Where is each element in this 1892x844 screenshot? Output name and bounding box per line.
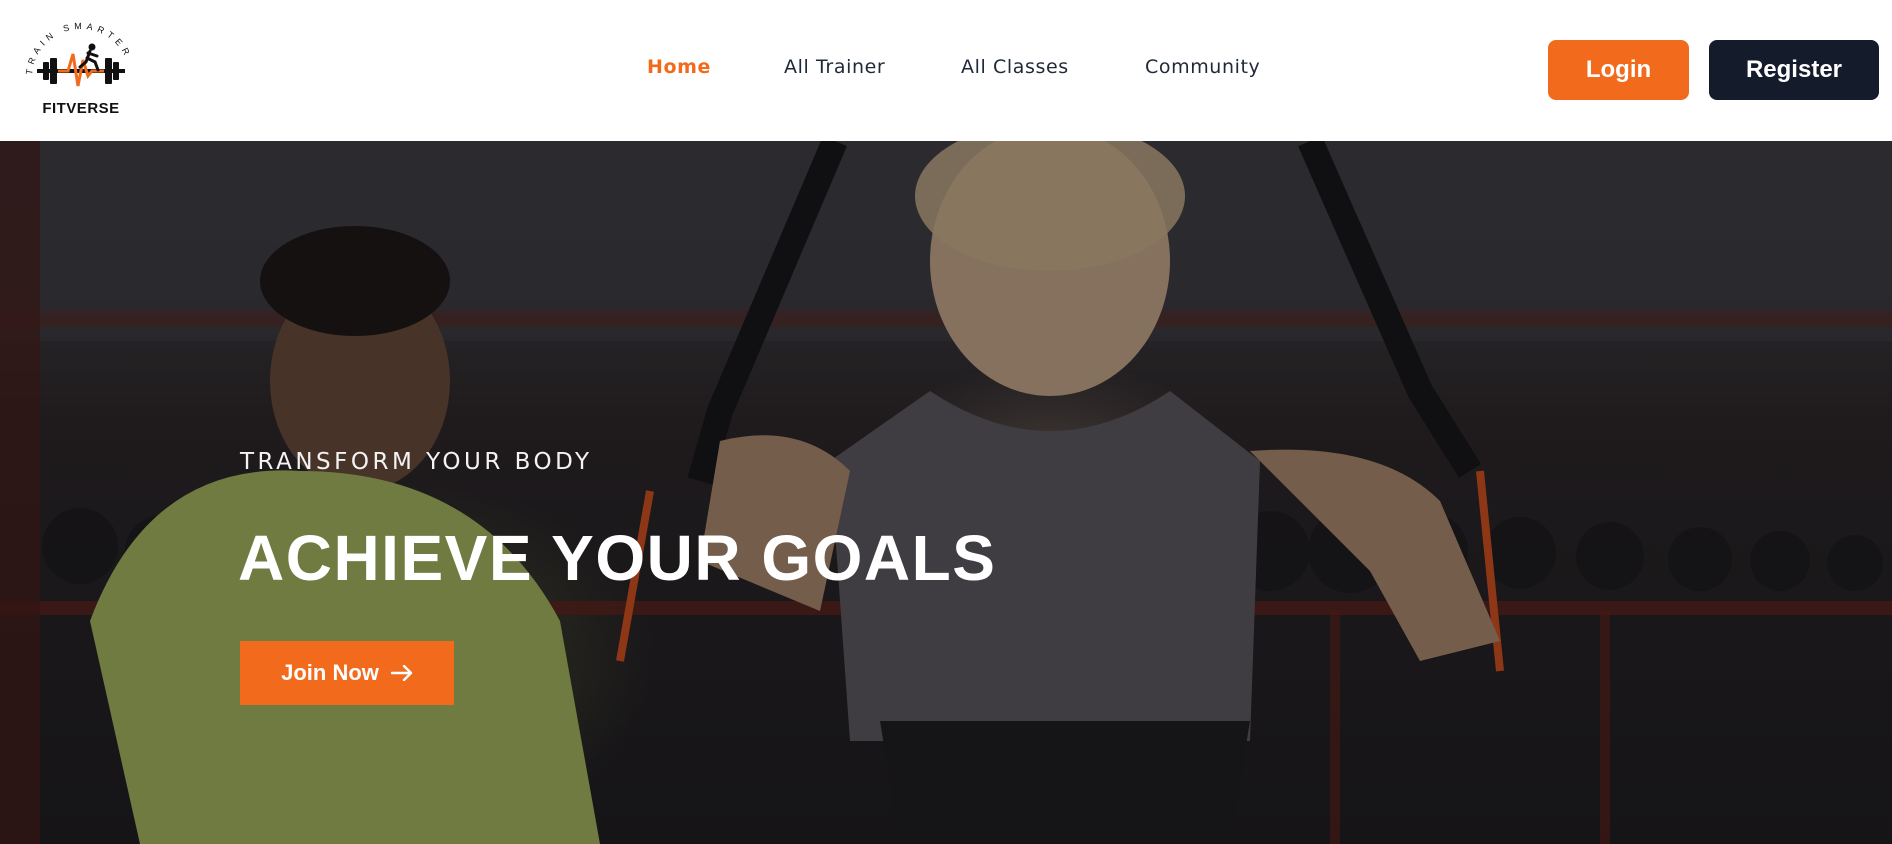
join-now-button[interactable]: Join Now bbox=[240, 641, 454, 705]
arrow-right-icon bbox=[390, 665, 413, 681]
register-button[interactable]: Register bbox=[1709, 40, 1879, 100]
hero-overlay bbox=[0, 141, 1892, 844]
nav-community[interactable]: Community bbox=[1145, 56, 1260, 78]
navbar: TRAIN SMARTER FITVERSE Home All Trainer … bbox=[0, 0, 1892, 141]
brand-logo[interactable]: TRAIN SMARTER FITVERSE bbox=[18, 20, 144, 120]
join-now-label: Join Now bbox=[281, 660, 379, 685]
hero-title: ACHIEVE YOUR GOALS bbox=[238, 522, 997, 594]
nav-all-classes[interactable]: All Classes bbox=[961, 56, 1069, 78]
login-button[interactable]: Login bbox=[1548, 40, 1689, 100]
hero-banner: TRANSFORM YOUR BODY ACHIEVE YOUR GOALS J… bbox=[0, 141, 1892, 844]
nav-all-trainer[interactable]: All Trainer bbox=[784, 56, 885, 78]
brand-name: FITVERSE bbox=[42, 100, 120, 117]
nav-home[interactable]: Home bbox=[647, 56, 711, 78]
hero-eyebrow: TRANSFORM YOUR BODY bbox=[240, 449, 593, 475]
dumbbell-runner-icon: TRAIN SMARTER bbox=[24, 21, 129, 87]
